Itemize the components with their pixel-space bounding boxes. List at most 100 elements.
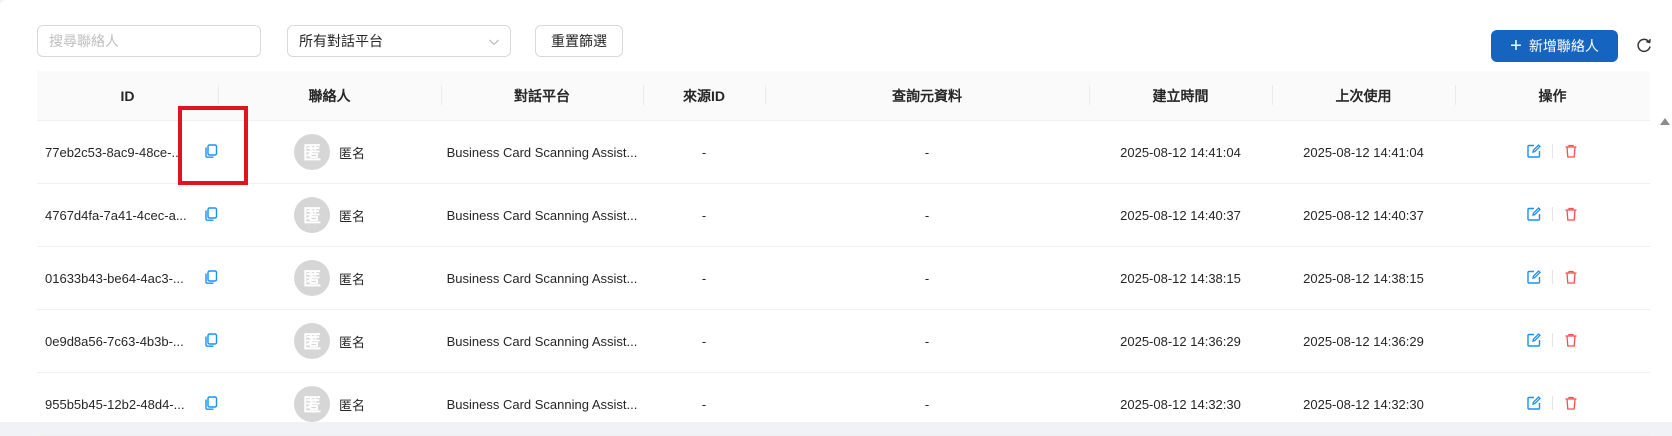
copy-icon[interactable] <box>203 269 218 285</box>
edit-icon[interactable] <box>1526 269 1542 285</box>
created-cell: 2025-08-12 14:38:15 <box>1089 246 1272 310</box>
platform-cell: Business Card Scanning Assist... <box>441 120 643 184</box>
contact-id: 01633b43-be64-4ac3-... <box>45 271 184 287</box>
platform-select[interactable]: 所有對話平台 <box>287 25 511 57</box>
created-cell: 2025-08-12 14:32:30 <box>1089 372 1272 436</box>
platform-cell: Business Card Scanning Assist... <box>441 246 643 310</box>
created-cell: 2025-08-12 14:41:04 <box>1089 120 1272 184</box>
action-divider <box>1552 206 1553 221</box>
contacts-table: ID 聯絡人 對話平台 來源ID 查詢元資料 建立時間 上次使用 操作 77eb… <box>37 71 1650 436</box>
chevron-down-icon <box>489 39 499 46</box>
table-row[interactable]: 0e9d8a56-7c63-4b3b-... 匿 匿名 Business Car… <box>37 309 1650 373</box>
platform-cell: Business Card Scanning Assist... <box>441 372 643 436</box>
edit-icon[interactable] <box>1526 395 1542 411</box>
contact-id: 77eb2c53-8ac9-48ce-... <box>45 145 183 161</box>
column-header-metadata[interactable]: 查詢元資料 <box>765 71 1089 121</box>
contact-cell: 匿 匿名 <box>218 309 441 373</box>
column-header-id[interactable]: ID <box>37 71 218 121</box>
contact-cell: 匿 匿名 <box>218 246 441 310</box>
avatar: 匿 <box>293 260 330 296</box>
id-cell: 955b5b45-12b2-48d4-... <box>37 372 218 436</box>
platform-cell: Business Card Scanning Assist... <box>441 309 643 373</box>
avatar: 匿 <box>293 134 330 170</box>
last-used-cell: 2025-08-12 14:36:29 <box>1272 309 1455 373</box>
contact-cell: 匿 匿名 <box>218 372 441 436</box>
id-cell: 0e9d8a56-7c63-4b3b-... <box>37 309 218 373</box>
metadata-cell: - <box>765 120 1089 184</box>
id-cell: 01633b43-be64-4ac3-... <box>37 246 218 310</box>
contact-name: 匿名 <box>338 397 365 413</box>
copy-icon[interactable] <box>203 206 218 222</box>
last-used-cell: 2025-08-12 14:40:37 <box>1272 183 1455 247</box>
action-divider <box>1552 332 1553 347</box>
contact-cell: 匿 匿名 <box>218 183 441 247</box>
avatar: 匿 <box>293 323 330 359</box>
table-header-row: ID 聯絡人 對話平台 來源ID 查詢元資料 建立時間 上次使用 操作 <box>37 71 1650 121</box>
column-header-contact[interactable]: 聯絡人 <box>218 71 441 121</box>
source-id-cell: - <box>643 183 765 247</box>
plus-icon: + <box>1510 35 1522 57</box>
actions-cell <box>1455 120 1650 184</box>
actions-cell <box>1455 309 1650 373</box>
source-id-cell: - <box>643 372 765 436</box>
edit-icon[interactable] <box>1526 206 1542 222</box>
column-header-last-used[interactable]: 上次使用 <box>1272 71 1455 121</box>
table-row[interactable]: 4767d4fa-7a41-4cec-a... 匿 匿名 Business Ca… <box>37 183 1650 247</box>
source-id-cell: - <box>643 120 765 184</box>
edit-icon[interactable] <box>1526 143 1542 159</box>
reset-filters-button[interactable]: 重置篩選 <box>535 25 623 57</box>
contact-name: 匿名 <box>338 271 365 287</box>
edit-icon[interactable] <box>1526 332 1542 348</box>
created-cell: 2025-08-12 14:36:29 <box>1089 309 1272 373</box>
contact-name: 匿名 <box>338 334 365 350</box>
metadata-cell: - <box>765 372 1089 436</box>
source-id-cell: - <box>643 309 765 373</box>
refresh-icon[interactable] <box>1635 37 1653 55</box>
search-input[interactable] <box>37 25 261 57</box>
action-divider <box>1552 269 1553 284</box>
last-used-cell: 2025-08-12 14:32:30 <box>1272 372 1455 436</box>
add-contact-button[interactable]: + 新增聯絡人 <box>1491 30 1618 62</box>
copy-icon[interactable] <box>203 395 218 411</box>
actions-cell <box>1455 246 1650 310</box>
contact-id: 4767d4fa-7a41-4cec-a... <box>45 208 187 224</box>
created-cell: 2025-08-12 14:40:37 <box>1089 183 1272 247</box>
table-row[interactable]: 01633b43-be64-4ac3-... 匿 匿名 Business Car… <box>37 246 1650 310</box>
last-used-cell: 2025-08-12 14:41:04 <box>1272 120 1455 184</box>
scroll-up-arrow[interactable] <box>1660 118 1670 125</box>
id-cell: 4767d4fa-7a41-4cec-a... <box>37 183 218 247</box>
copy-icon[interactable] <box>203 143 218 159</box>
trash-icon[interactable] <box>1563 395 1579 411</box>
metadata-cell: - <box>765 246 1089 310</box>
column-header-created[interactable]: 建立時間 <box>1089 71 1272 121</box>
contact-name: 匿名 <box>338 208 365 224</box>
table-row[interactable]: 77eb2c53-8ac9-48ce-... 匿 匿名 Business Car… <box>37 120 1650 184</box>
trash-icon[interactable] <box>1563 269 1579 285</box>
column-header-actions: 操作 <box>1455 71 1650 121</box>
avatar: 匿 <box>293 386 330 422</box>
contact-id: 0e9d8a56-7c63-4b3b-... <box>45 334 184 350</box>
trash-icon[interactable] <box>1563 332 1579 348</box>
action-divider <box>1552 395 1553 410</box>
avatar: 匿 <box>293 197 330 233</box>
contact-name: 匿名 <box>338 145 365 161</box>
column-header-source-id[interactable]: 來源ID <box>643 71 765 121</box>
metadata-cell: - <box>765 183 1089 247</box>
contacts-panel: 所有對話平台 重置篩選 + 新增聯絡人 ID 聯絡人 對話平台 來源ID 查詢元… <box>0 0 1672 436</box>
add-contact-label: 新增聯絡人 <box>1528 38 1599 54</box>
actions-cell <box>1455 372 1650 436</box>
table-row[interactable]: 955b5b45-12b2-48d4-... 匿 匿名 Business Car… <box>37 372 1650 436</box>
contact-id: 955b5b45-12b2-48d4-... <box>45 397 185 413</box>
last-used-cell: 2025-08-12 14:38:15 <box>1272 246 1455 310</box>
actions-cell <box>1455 183 1650 247</box>
metadata-cell: - <box>765 309 1089 373</box>
trash-icon[interactable] <box>1563 206 1579 222</box>
contact-cell: 匿 匿名 <box>218 120 441 184</box>
action-divider <box>1552 143 1553 158</box>
column-header-platform[interactable]: 對話平台 <box>441 71 643 121</box>
source-id-cell: - <box>643 246 765 310</box>
id-cell: 77eb2c53-8ac9-48ce-... <box>37 120 218 184</box>
platform-select-value: 所有對話平台 <box>299 33 383 49</box>
trash-icon[interactable] <box>1563 143 1579 159</box>
copy-icon[interactable] <box>203 332 218 348</box>
